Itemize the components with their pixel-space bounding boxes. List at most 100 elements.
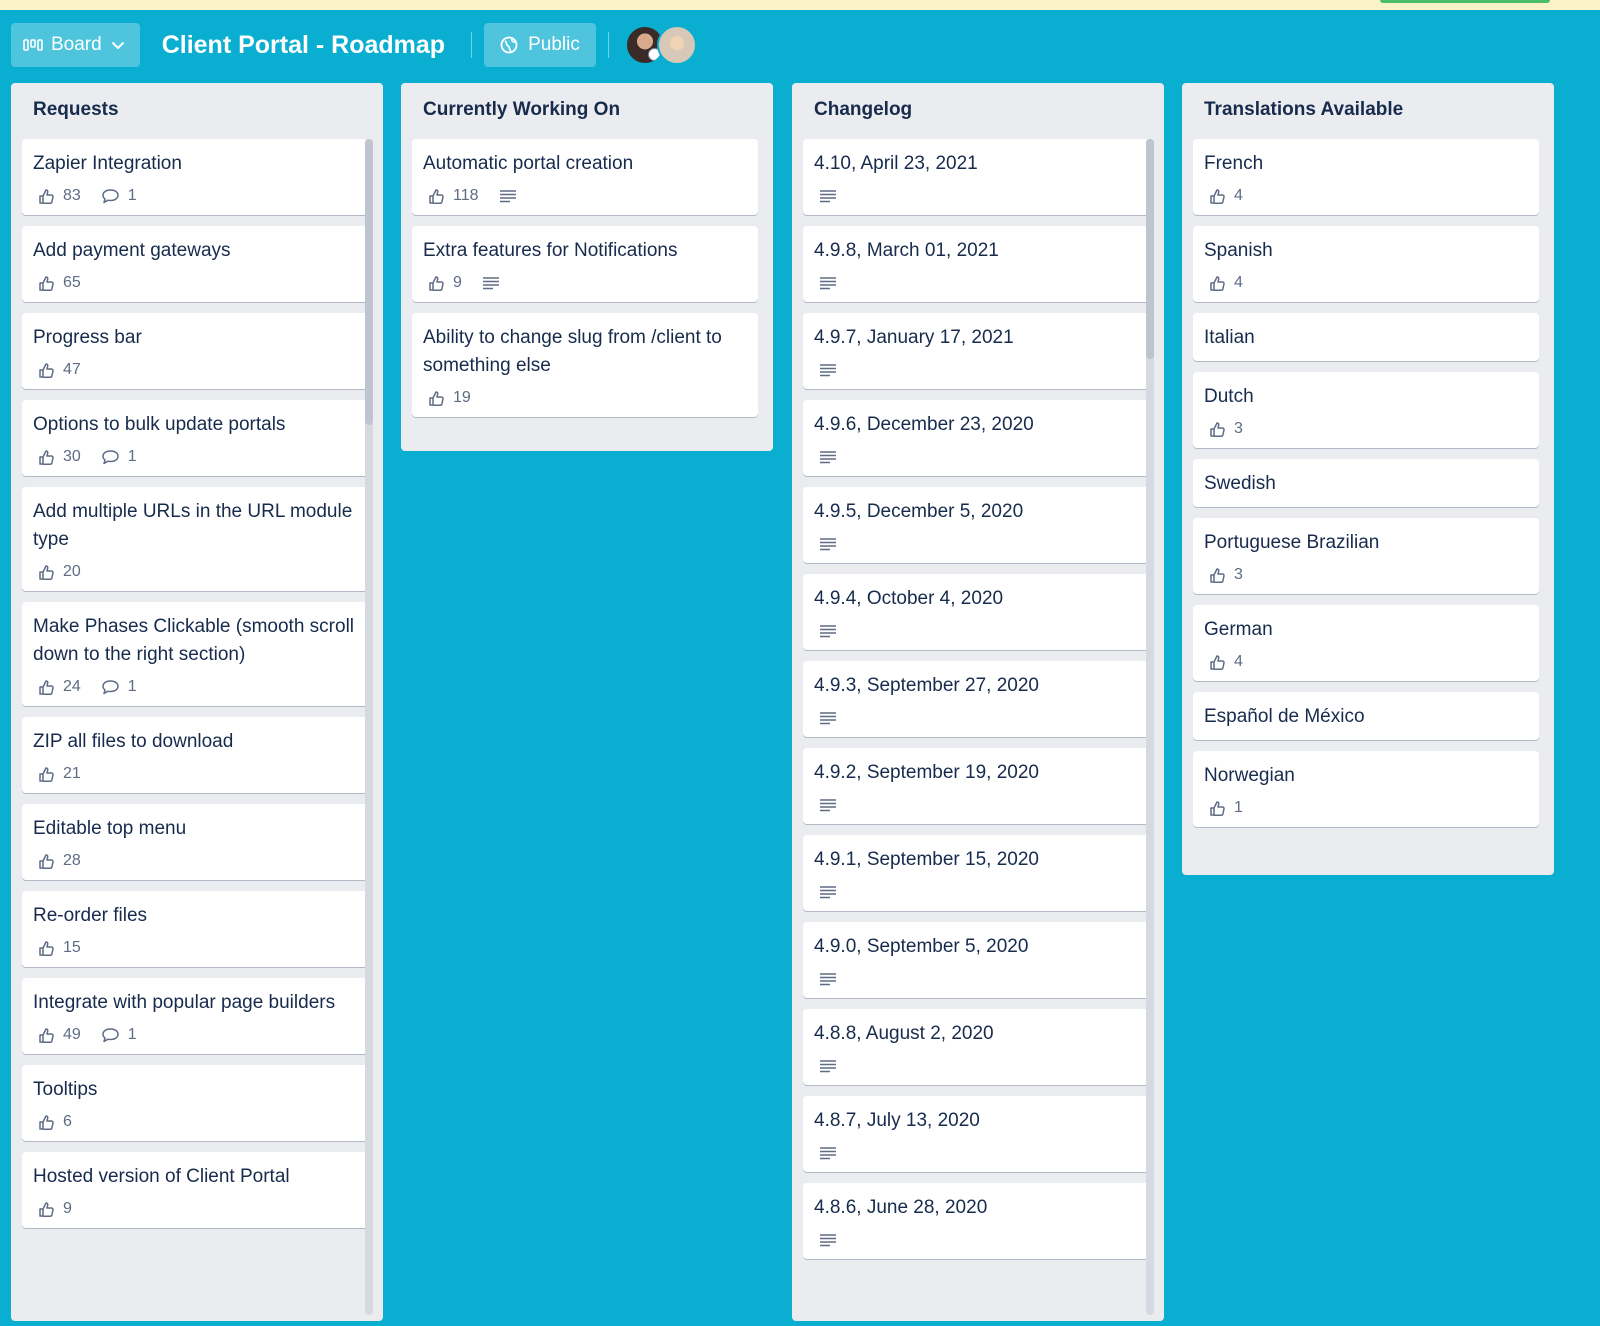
votes-count: 47 (63, 361, 81, 378)
card[interactable]: Extra features for Notifications 9 (412, 226, 758, 302)
description-badge (819, 885, 837, 899)
card[interactable]: 4.9.0, September 5, 2020 (803, 922, 1149, 998)
card[interactable]: Automatic portal creation 118 (412, 139, 758, 215)
top-notification-strip (0, 0, 1600, 10)
list-scrollbar[interactable] (1146, 139, 1154, 1315)
votes-count: 4 (1234, 187, 1243, 204)
card-badges (814, 1056, 1138, 1076)
board-view-icon (23, 37, 43, 53)
card[interactable]: Italian (1193, 313, 1539, 361)
list-title[interactable]: Requests (11, 83, 383, 139)
card[interactable]: Spanish 4 (1193, 226, 1539, 302)
card-badges: 3 (1204, 419, 1528, 439)
card[interactable]: Editable top menu 28 (22, 804, 368, 880)
card[interactable]: Norwegian 1 (1193, 751, 1539, 827)
list-scrollbar-thumb[interactable] (1146, 139, 1154, 359)
description-icon (819, 450, 837, 464)
card[interactable]: 4.9.4, October 4, 2020 (803, 574, 1149, 650)
card-badges (814, 882, 1138, 902)
board-view-switcher-button[interactable]: Board (11, 23, 140, 67)
thumbs-up-icon (1209, 567, 1226, 584)
votes-badge: 65 (38, 274, 81, 292)
card-badges: 15 (33, 938, 357, 958)
card-title: 4.9.0, September 5, 2020 (814, 936, 1029, 957)
card[interactable]: 4.9.3, September 27, 2020 (803, 661, 1149, 737)
card[interactable]: 4.9.7, January 17, 2021 (803, 313, 1149, 389)
card-title: German (1204, 619, 1273, 640)
card[interactable]: Tooltips 6 (22, 1065, 368, 1141)
list-title[interactable]: Currently Working On (401, 83, 773, 139)
card[interactable]: Add payment gateways 65 (22, 226, 368, 302)
card[interactable]: Options to bulk update portals 30 1 (22, 400, 368, 476)
list-title[interactable]: Changelog (792, 83, 1164, 139)
list-title[interactable]: Translations Available (1182, 83, 1554, 139)
card-badges (814, 795, 1138, 815)
card[interactable]: 4.9.1, September 15, 2020 (803, 835, 1149, 911)
thumbs-up-icon (38, 449, 55, 466)
list-scrollbar[interactable] (365, 139, 373, 1315)
card[interactable]: French 4 (1193, 139, 1539, 215)
card-badges (814, 1230, 1138, 1250)
card[interactable]: ZIP all files to download 21 (22, 717, 368, 793)
comments-count: 1 (127, 448, 137, 465)
card[interactable]: 4.9.6, December 23, 2020 (803, 400, 1149, 476)
visibility-label: Public (528, 34, 580, 55)
card[interactable]: Dutch 3 (1193, 372, 1539, 448)
card[interactable]: 4.9.8, March 01, 2021 (803, 226, 1149, 302)
comments-badge: 1 (101, 448, 137, 466)
description-badge (819, 363, 837, 377)
card-badges (814, 621, 1138, 641)
card-badges (814, 969, 1138, 989)
card[interactable]: Make Phases Clickable (smooth scroll dow… (22, 602, 368, 706)
thumbs-up-icon (428, 390, 445, 407)
card-title: Norwegian (1204, 765, 1295, 786)
globe-icon (500, 36, 518, 54)
thumbs-up-icon (428, 188, 445, 205)
card-title: Italian (1204, 327, 1255, 348)
card[interactable]: Zapier Integration 83 1 (22, 139, 368, 215)
votes-count: 4 (1234, 653, 1243, 670)
card[interactable]: Swedish (1193, 459, 1539, 507)
votes-count: 3 (1234, 420, 1243, 437)
votes-badge: 24 (38, 678, 81, 696)
votes-count: 9 (453, 274, 462, 291)
votes-count: 19 (453, 389, 471, 406)
comments-badge: 1 (101, 678, 137, 696)
card[interactable]: Re-order files 15 (22, 891, 368, 967)
card-title: 4.9.6, December 23, 2020 (814, 414, 1034, 435)
card[interactable]: 4.9.2, September 19, 2020 (803, 748, 1149, 824)
chevron-down-icon (110, 37, 126, 53)
card[interactable]: Hosted version of Client Portal 9 (22, 1152, 368, 1228)
thumbs-up-icon (38, 275, 55, 292)
card[interactable]: Portuguese Brazilian 3 (1193, 518, 1539, 594)
description-badge (819, 711, 837, 725)
card-badges: 47 (33, 360, 357, 380)
card-badges (814, 186, 1138, 206)
card[interactable]: Español de México (1193, 692, 1539, 740)
card[interactable]: 4.8.8, August 2, 2020 (803, 1009, 1149, 1085)
avatar[interactable] (656, 25, 697, 65)
list-cards: French 4 Spanish 4 Italian Dutch 3 Swedish Portu… (1182, 139, 1554, 827)
card[interactable]: Integrate with popular page builders 49 1 (22, 978, 368, 1054)
description-badge (819, 624, 837, 638)
visibility-button[interactable]: Public (484, 23, 596, 67)
card-title: Options to bulk update portals (33, 414, 286, 435)
votes-badge: 83 (38, 187, 81, 205)
card-title: Español de México (1204, 706, 1365, 727)
card[interactable]: Add multiple URLs in the URL module type… (22, 487, 368, 591)
card[interactable]: 4.8.6, June 28, 2020 (803, 1183, 1149, 1259)
card[interactable]: German 4 (1193, 605, 1539, 681)
votes-badge: 4 (1209, 653, 1243, 671)
card-badges: 4 (1204, 652, 1528, 672)
card[interactable]: Ability to change slug from /client to s… (412, 313, 758, 417)
board-title[interactable]: Client Portal - Roadmap (162, 31, 445, 60)
card-title: ZIP all files to download (33, 731, 234, 752)
card[interactable]: 4.9.5, December 5, 2020 (803, 487, 1149, 563)
card[interactable]: 4.8.7, July 13, 2020 (803, 1096, 1149, 1172)
card[interactable]: Progress bar 47 (22, 313, 368, 389)
description-badge (819, 972, 837, 986)
card-badges (814, 534, 1138, 554)
description-icon (819, 1146, 837, 1160)
list-scrollbar-thumb[interactable] (365, 139, 373, 425)
card[interactable]: 4.10, April 23, 2021 (803, 139, 1149, 215)
